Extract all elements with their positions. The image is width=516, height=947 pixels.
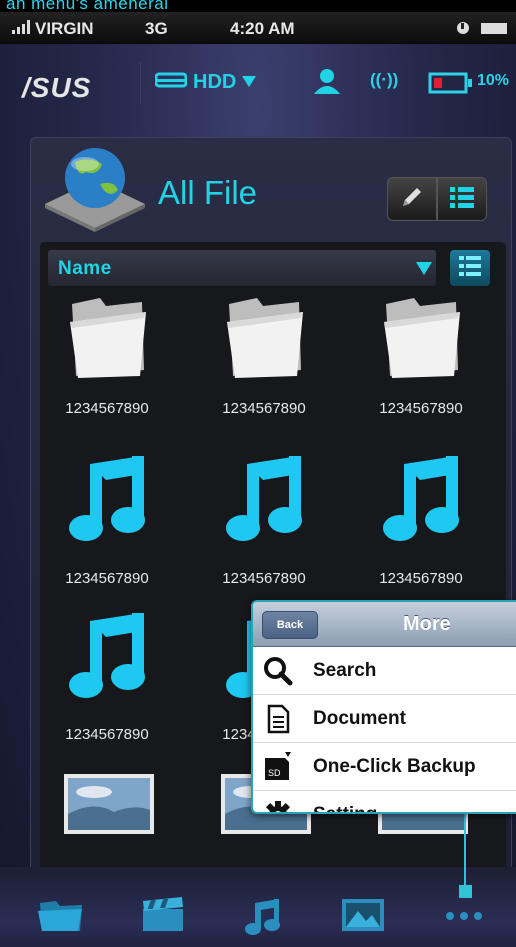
- tab-more[interactable]: [444, 909, 484, 927]
- file-name: 1234567890: [222, 570, 306, 587]
- carrier-name: VIRGIN: [35, 19, 94, 38]
- svg-text:SD: SD: [268, 768, 281, 778]
- file-item[interactable]: 1234567890: [351, 452, 491, 592]
- tab-files[interactable]: [38, 897, 84, 938]
- status-icons: [455, 19, 511, 42]
- more-menu-title: More: [403, 613, 451, 635]
- network-type: 3G: [145, 19, 168, 38]
- file-name: 1234567890: [65, 726, 149, 743]
- folder-icon: [219, 292, 309, 387]
- menu-item-backup[interactable]: SD One-Click Backup: [253, 743, 516, 791]
- storage-selector[interactable]: HDD: [154, 70, 257, 94]
- file-name: 1234567890: [65, 400, 149, 417]
- battery-icon: [428, 72, 472, 99]
- signal-icon: [12, 18, 34, 39]
- tab-music[interactable]: [243, 897, 283, 942]
- file-item[interactable]: 1234567890: [351, 292, 491, 432]
- image-thumbnail-icon: [64, 774, 154, 839]
- file-item[interactable]: [37, 774, 177, 834]
- file-name: 1234567890: [379, 570, 463, 587]
- tab-photos[interactable]: [340, 897, 386, 938]
- photo-icon: [340, 899, 386, 937]
- file-name: 1234567890: [379, 400, 463, 417]
- folder-icon: [62, 292, 152, 387]
- more-icon: [444, 909, 484, 926]
- chevron-down-icon: [416, 262, 432, 275]
- menu-item-search[interactable]: Search: [253, 647, 516, 695]
- music-note-icon: [376, 452, 466, 557]
- phone-screen: VIRGIN 3G 4:20 AM /SUS HDD ((·)) 10% All…: [0, 12, 516, 947]
- status-time: 4:20 AM: [230, 19, 295, 38]
- pencil-icon: [399, 184, 425, 215]
- globe-icon: [40, 142, 150, 237]
- file-item[interactable]: 1234567890: [194, 292, 334, 432]
- asus-logo: /SUS: [22, 72, 92, 103]
- menu-item-label: One-Click Backup: [313, 756, 476, 777]
- back-button[interactable]: Back: [262, 611, 318, 639]
- user-icon[interactable]: [312, 68, 342, 101]
- file-name: 1234567890: [65, 570, 149, 587]
- top-bar: /SUS HDD ((·)) 10%: [0, 52, 516, 112]
- wifi-icon: ((·)): [370, 70, 399, 89]
- file-item[interactable]: 1234567890: [37, 609, 177, 749]
- status-bar: VIRGIN 3G 4:20 AM: [0, 12, 516, 44]
- sd-card-icon: SD: [263, 752, 293, 782]
- file-item[interactable]: 1234567890: [37, 292, 177, 432]
- file-name: 1234567890: [222, 400, 306, 417]
- bottom-tab-bar: [0, 867, 516, 947]
- search-icon: [263, 656, 293, 686]
- menu-item-setting[interactable]: Setting: [253, 791, 516, 812]
- sort-order-button[interactable]: [450, 250, 490, 286]
- callout-line: [464, 810, 466, 888]
- list-icon: [449, 185, 475, 214]
- music-note-icon: [219, 452, 309, 557]
- more-menu-header: Back More: [253, 602, 516, 647]
- hdd-icon: [154, 70, 188, 94]
- chevron-down-icon: [242, 71, 257, 94]
- document-icon: [263, 704, 293, 734]
- list-view-button[interactable]: [437, 177, 487, 221]
- music-note-icon: [62, 452, 152, 557]
- more-menu: Back More Search Document SD One-Click B…: [251, 600, 516, 814]
- music-icon: [243, 899, 283, 941]
- sort-label: Name: [58, 258, 112, 279]
- menu-item-label: Document: [313, 708, 406, 729]
- file-item[interactable]: 1234567890: [37, 452, 177, 592]
- menu-item-label: Search: [313, 660, 377, 681]
- folder-icon: [376, 292, 466, 387]
- list-icon: [457, 253, 483, 284]
- file-item[interactable]: 1234567890: [194, 452, 334, 592]
- header-divider: [140, 62, 141, 104]
- callout-marker: [459, 885, 472, 898]
- menu-item-document[interactable]: Document: [253, 695, 516, 743]
- storage-label: HDD: [193, 70, 237, 93]
- gear-icon: [263, 800, 293, 812]
- video-icon: [140, 897, 186, 937]
- music-note-icon: [62, 609, 152, 714]
- folder-icon: [38, 901, 84, 937]
- menu-item-label: Setting: [313, 804, 377, 812]
- tab-videos[interactable]: [140, 897, 186, 938]
- sort-dropdown[interactable]: Name: [48, 250, 436, 286]
- edit-button[interactable]: [387, 177, 437, 221]
- battery-percent: 10%: [477, 72, 510, 89]
- page-title: All File: [158, 174, 258, 211]
